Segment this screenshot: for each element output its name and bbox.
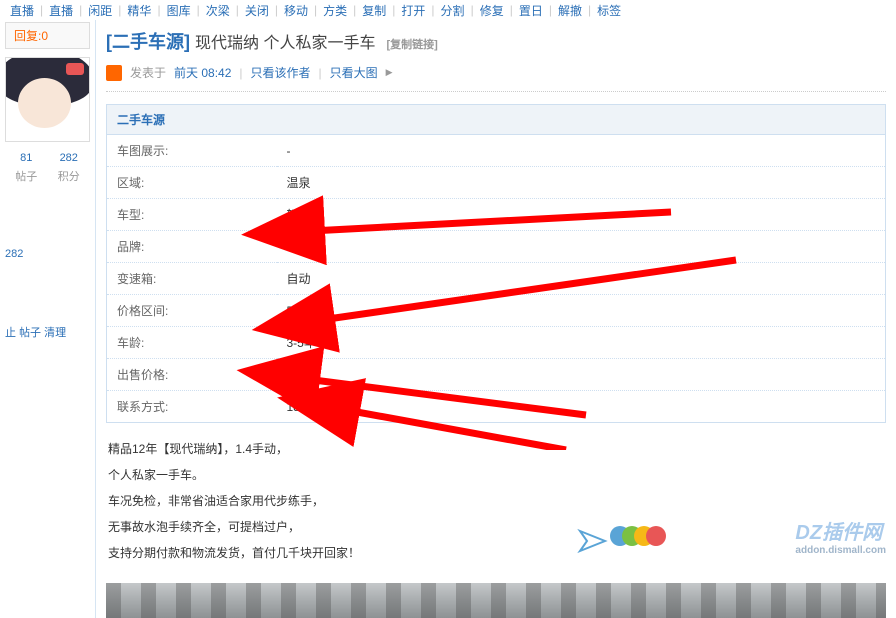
desc-line: 个人私家一手车。 xyxy=(108,463,884,487)
avatar-face xyxy=(18,78,71,128)
watermark-text: DZ插件网 xyxy=(795,522,882,544)
nav-item[interactable]: 精华 xyxy=(127,2,151,19)
nav-item[interactable]: 图库 xyxy=(167,2,191,19)
author-icon xyxy=(106,65,122,81)
table-row: 车型:轿车 xyxy=(107,199,886,231)
row-key: 变速箱: xyxy=(107,263,277,295)
row-value: 18922222529 xyxy=(277,391,886,423)
post-meta: 发表于 前天 08:42 | 只看该作者 | 只看大图 ▶ xyxy=(106,58,886,92)
desc-line: 车况免检，非常省油适合家用代步练手， xyxy=(108,489,884,513)
nav-item[interactable]: 复制 xyxy=(362,2,386,19)
nav-item[interactable]: 次梁 xyxy=(206,2,230,19)
points-count[interactable]: 282 xyxy=(48,150,91,166)
big-image-link[interactable]: 只看大图 xyxy=(330,64,378,81)
section-header: 二手车源 xyxy=(106,104,886,134)
info-table: 车图展示:-区域:温泉车型:轿车品牌:C变速箱:自动价格区间:5-8万车龄:3-… xyxy=(106,134,886,423)
post-content: [二手车源] 现代瑞纳 个人私家一手车 [复制链接] 发表于 前天 08:42 … xyxy=(95,20,896,618)
only-author-link[interactable]: 只看该作者 xyxy=(251,64,311,81)
desc-line: 精品12年【现代瑞纳】，1.4手动， xyxy=(108,437,884,461)
left-sidebar: 回复:0 81282 帖子积分 282 止 帖子 清理 xyxy=(0,20,95,618)
nav-item[interactable]: 移动 xyxy=(284,2,308,19)
user-level[interactable]: 282 xyxy=(5,246,90,262)
nav-item[interactable]: 置日 xyxy=(519,2,543,19)
arrow-icon[interactable]: ▶ xyxy=(386,67,393,78)
copy-link[interactable]: [复制链接] xyxy=(386,39,437,51)
table-row: 区域:温泉 xyxy=(107,167,886,199)
nav-item[interactable]: 标签 xyxy=(597,2,621,19)
row-key: 出售价格: xyxy=(107,359,277,391)
row-value: C xyxy=(277,231,886,263)
desc-line: 无事故水泡手续齐全，可提档过户， xyxy=(108,515,884,539)
row-key: 车型: xyxy=(107,199,277,231)
row-key: 价格区间: xyxy=(107,295,277,327)
posts-link[interactable]: 帖子 xyxy=(19,327,41,339)
user-stats: 81282 帖子积分 xyxy=(5,150,90,186)
row-value: 温泉 xyxy=(277,167,886,199)
post-tag[interactable]: [二手车源] xyxy=(106,32,190,52)
table-row: 价格区间:5-8万 xyxy=(107,295,886,327)
watermark: DZ插件网 addon.dismall.com xyxy=(795,516,886,556)
nav-item[interactable]: 闲距 xyxy=(88,2,112,19)
table-row: 出售价格:7.9 xyxy=(107,359,886,391)
description: 精品12年【现代瑞纳】，1.4手动，个人私家一手车。车况免检，非常省油适合家用代… xyxy=(106,423,886,579)
row-key: 联系方式: xyxy=(107,391,277,423)
posted-time[interactable]: 前天 08:42 xyxy=(174,64,231,81)
nav-item[interactable]: 解撤 xyxy=(558,2,582,19)
table-row: 联系方式:18922222529 xyxy=(107,391,886,423)
posts-count[interactable]: 81 xyxy=(5,150,48,166)
row-value: 3-5年 xyxy=(277,327,886,359)
table-row: 车图展示:- xyxy=(107,135,886,167)
top-nav: 直播|直播|闲距|精华|图库|次梁|关闭|移动|方类|复制|打开|分割|修复|置… xyxy=(0,0,896,20)
row-key: 车龄: xyxy=(107,327,277,359)
row-value: 7.9 xyxy=(277,359,886,391)
watermark-icon xyxy=(575,526,666,556)
clean-link[interactable]: 清理 xyxy=(44,327,66,339)
avatar[interactable] xyxy=(5,57,90,142)
stop-link[interactable]: 止 xyxy=(5,327,16,339)
row-key: 车图展示: xyxy=(107,135,277,167)
points-label: 积分 xyxy=(48,166,91,186)
posted-prefix: 发表于 xyxy=(130,64,166,81)
row-value: 自动 xyxy=(277,263,886,295)
row-value: 5-8万 xyxy=(277,295,886,327)
avatar-ribbon xyxy=(66,63,84,75)
misc-links: 止 帖子 清理 xyxy=(5,322,90,342)
row-value: - xyxy=(277,135,886,167)
nav-item[interactable]: 直播 xyxy=(10,2,34,19)
table-row: 品牌:C xyxy=(107,231,886,263)
nav-item[interactable]: 方类 xyxy=(323,2,347,19)
nav-item[interactable]: 直播 xyxy=(49,2,73,19)
reply-num: 0 xyxy=(41,29,48,43)
posts-label: 帖子 xyxy=(5,166,48,186)
watermark-sub: addon.dismall.com xyxy=(795,545,886,556)
post-title: [二手车源] 现代瑞纳 个人私家一手车 [复制链接] xyxy=(106,20,886,58)
attached-image[interactable] xyxy=(106,583,886,618)
desc-line: 支持分期付款和物流发货，首付几千块开回家！ xyxy=(108,541,884,565)
row-key: 区域: xyxy=(107,167,277,199)
nav-item[interactable]: 修复 xyxy=(480,2,504,19)
post-title-text: 现代瑞纳 个人私家一手车 xyxy=(195,35,375,52)
table-row: 变速箱:自动 xyxy=(107,263,886,295)
row-value: 轿车 xyxy=(277,199,886,231)
nav-item[interactable]: 关闭 xyxy=(245,2,269,19)
reply-label: 回复: xyxy=(14,29,41,43)
row-key: 品牌: xyxy=(107,231,277,263)
nav-item[interactable]: 打开 xyxy=(401,2,425,19)
table-row: 车龄:3-5年 xyxy=(107,327,886,359)
reply-count: 回复:0 xyxy=(5,22,90,49)
nav-item[interactable]: 分割 xyxy=(441,2,465,19)
